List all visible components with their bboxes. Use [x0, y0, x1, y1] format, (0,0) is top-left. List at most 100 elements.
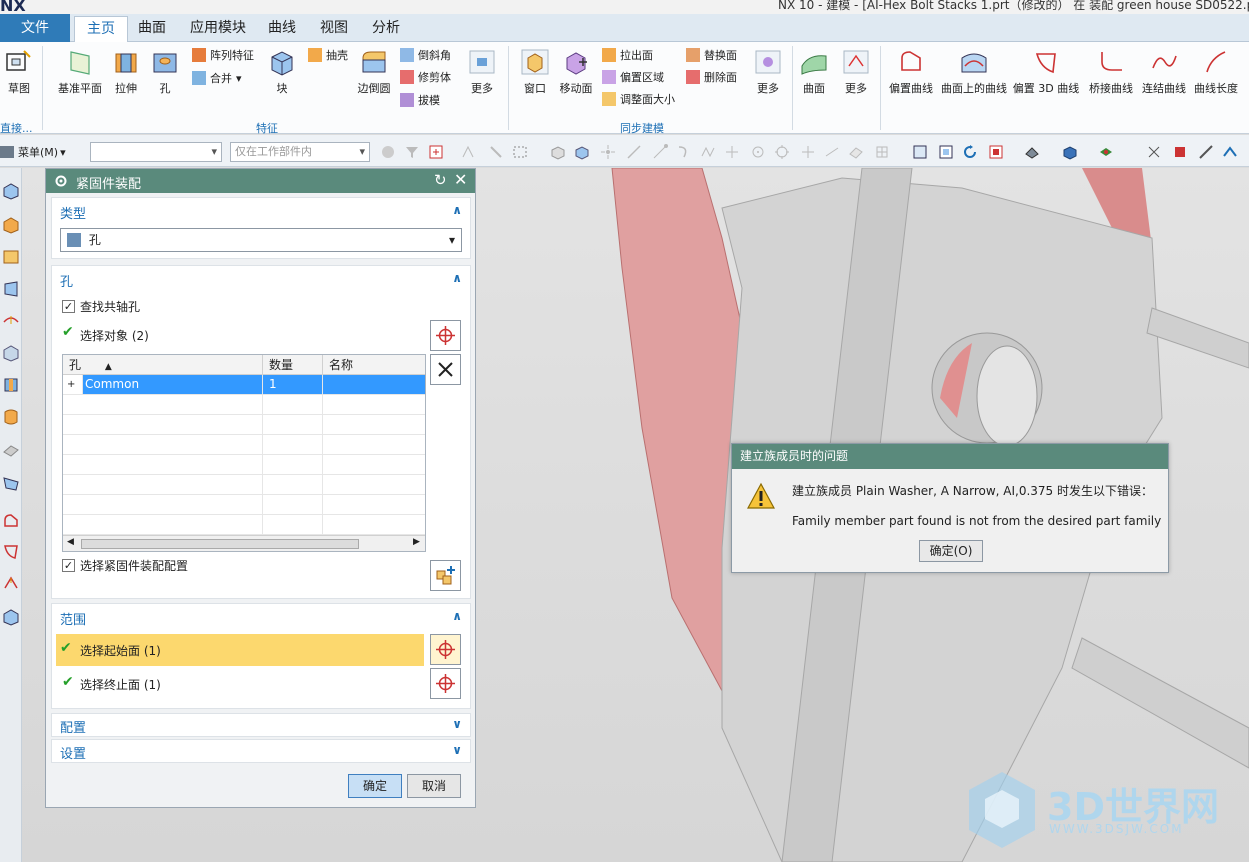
pattern-feature-button[interactable]: 阵列特征 [192, 47, 254, 63]
pull-face-button[interactable]: 拉出面 [602, 47, 653, 63]
select-objects-button[interactable] [430, 320, 461, 351]
shell-button[interactable]: 抽壳 [308, 47, 348, 63]
extrude-button[interactable]: 拉伸 [110, 48, 142, 96]
analysis-icon[interactable] [1222, 144, 1238, 160]
surface-button[interactable]: 曲面 [798, 48, 830, 96]
type-filter-dropdown[interactable]: ▾ [90, 142, 222, 162]
expand-icon[interactable]: + [63, 375, 83, 394]
constraint-navigator-icon[interactable] [2, 248, 20, 266]
part-navigator-icon[interactable] [2, 182, 20, 200]
bridge-tool-icon[interactable] [2, 574, 20, 592]
system-scene-icon[interactable] [2, 542, 20, 560]
column-header-hole[interactable]: 孔 ▲ [63, 355, 263, 375]
hd3d-icon[interactable] [2, 312, 20, 330]
ok-button[interactable]: 确定 [348, 774, 402, 798]
hole-bore[interactable] [976, 345, 1038, 447]
chevron-left-icon[interactable]: ◀ [67, 537, 74, 547]
scrollbar-thumb[interactable] [81, 539, 359, 549]
column-header-quantity[interactable]: 数量 [263, 355, 323, 375]
view-triad-icon[interactable] [912, 144, 928, 160]
config-section[interactable]: 配置 ∨ [51, 713, 471, 737]
tab-analysis[interactable]: 分析 [360, 16, 412, 42]
settings-section[interactable]: 设置 ∨ [51, 739, 471, 763]
window-button[interactable]: 窗口 [518, 48, 552, 96]
block-button[interactable]: 块 [266, 48, 298, 96]
start-face-select-button[interactable] [430, 634, 461, 665]
snap-curve-icon[interactable] [676, 144, 692, 160]
view-orient-icon[interactable] [988, 144, 1004, 160]
chevron-right-icon[interactable]: ▶ [413, 537, 420, 547]
snap-endpoint-icon[interactable] [652, 144, 668, 160]
more-sync-button[interactable]: 更多 [752, 48, 784, 96]
trim-body-button[interactable]: 修剪体 [400, 69, 451, 85]
chevron-up-icon[interactable]: ∧ [452, 203, 462, 217]
chevron-down-icon[interactable]: ∨ [452, 743, 462, 757]
settings-section-title[interactable]: 设置 [60, 743, 86, 762]
find-coaxial-checkbox[interactable]: ✓ [62, 300, 75, 313]
manufacturing-wizard-icon[interactable] [2, 474, 20, 492]
snap-on-curve-icon[interactable] [824, 144, 840, 160]
zoom-fit-icon[interactable] [938, 144, 954, 160]
measure-icon[interactable] [1198, 144, 1214, 160]
chevron-down-icon[interactable]: ∨ [452, 717, 462, 731]
hole-button[interactable]: 孔 [150, 48, 180, 96]
assembly-navigator-icon[interactable] [2, 216, 20, 234]
chevron-up-icon[interactable]: ∧ [452, 271, 462, 285]
replace-face-button[interactable]: 替换面 [686, 47, 737, 63]
offset-3d-curve-button[interactable]: 偏置 3D 曲线 [1012, 48, 1080, 96]
more-feature-button[interactable]: 更多 [466, 48, 498, 96]
offset-curve-button[interactable]: 偏置曲线 [886, 48, 936, 96]
delete-face-button[interactable]: 删除面 [686, 69, 737, 85]
chevron-up-icon[interactable]: ∧ [452, 609, 462, 623]
tab-home[interactable]: 主页 [74, 16, 128, 42]
horizontal-rod-lower[interactable] [1071, 637, 1249, 769]
general-object-icon[interactable] [380, 144, 396, 160]
end-face-select-button[interactable] [430, 668, 461, 699]
show-hide-icon[interactable] [1098, 144, 1114, 160]
start-face-row[interactable]: ✔ 选择起始面 (1) [56, 634, 424, 666]
horizontal-scrollbar[interactable]: ◀ ▶ [63, 535, 425, 551]
curve-on-face-button[interactable]: 曲面上的曲线 [940, 48, 1008, 96]
dialog-ok-button[interactable]: 确定(O) [919, 540, 983, 562]
roles-icon[interactable] [2, 512, 20, 530]
snap-intersection-icon[interactable] [724, 144, 740, 160]
snap-face-icon[interactable] [574, 144, 590, 160]
remove-button[interactable] [430, 354, 461, 385]
table-row[interactable]: + Common 1 [63, 375, 425, 395]
snap-on-face-icon[interactable] [848, 144, 864, 160]
snap-center-icon[interactable] [750, 144, 766, 160]
type-dropdown[interactable]: 孔 ▾ [60, 228, 462, 252]
snap-icon[interactable] [460, 144, 476, 160]
type-section-title[interactable]: 类型 [60, 203, 86, 222]
snap-arrow-icon[interactable] [488, 144, 504, 160]
block-tool-icon[interactable] [2, 608, 20, 626]
resize-face-button[interactable]: 调整面大小 [602, 91, 675, 107]
snap-line-icon[interactable] [626, 144, 642, 160]
snap-quadrant-icon[interactable] [774, 144, 790, 160]
config-section-title[interactable]: 配置 [60, 717, 86, 736]
web-browser-icon[interactable] [2, 344, 20, 362]
select-all-icon[interactable] [428, 144, 444, 160]
curve-length-button[interactable]: 曲线长度 [1192, 48, 1240, 96]
selection-scope-dropdown[interactable]: 仅在工作部件内 ▾ [230, 142, 370, 162]
offset-region-button[interactable]: 偏置区域 [602, 69, 664, 85]
row-hole-cell[interactable]: Common [83, 375, 263, 394]
join-curve-button[interactable]: 连结曲线 [1140, 48, 1188, 96]
cancel-button[interactable]: 取消 [407, 774, 461, 798]
hole-section-title[interactable]: 孔 [60, 271, 73, 290]
system-material-icon[interactable] [2, 408, 20, 426]
datum-plane-button[interactable]: 基准平面 [56, 48, 104, 96]
filter-reset-icon[interactable] [404, 144, 420, 160]
unite-dropdown-icon[interactable]: ▾ [236, 72, 242, 85]
rectangle-select-icon[interactable] [512, 144, 528, 160]
shaded-body-icon[interactable] [1062, 144, 1078, 160]
edge-blend-button[interactable]: 边倒圆 [356, 48, 392, 96]
snap-grid-icon[interactable] [874, 144, 890, 160]
range-section-title[interactable]: 范围 [60, 609, 86, 628]
history-icon[interactable] [2, 376, 20, 394]
tab-surface[interactable]: 曲面 [126, 16, 178, 42]
snap-body-icon[interactable] [550, 144, 566, 160]
draft-button[interactable]: 拔模 [400, 92, 440, 108]
column-header-name[interactable]: 名称 [323, 355, 425, 375]
more-surface-button[interactable]: 更多 [840, 48, 872, 96]
